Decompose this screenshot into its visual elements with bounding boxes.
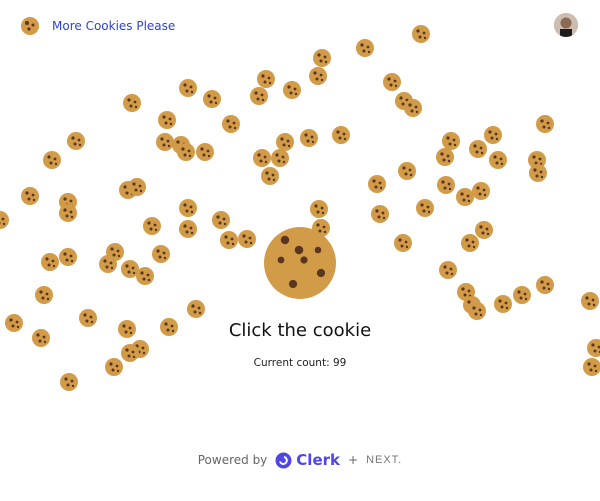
small-cookie-icon (368, 175, 386, 193)
small-cookie-icon (179, 199, 197, 217)
clerk-label: Clerk (296, 451, 340, 469)
small-cookie-icon (536, 115, 554, 133)
small-cookie-icon (196, 143, 214, 161)
small-cookie-icon (489, 151, 507, 169)
small-cookie-icon (484, 126, 502, 144)
user-avatar[interactable] (554, 13, 578, 37)
small-cookie-icon (59, 193, 77, 211)
main-content: Click the cookie Current count: 99 (0, 226, 600, 369)
next-label[interactable]: NEXT. (366, 454, 402, 466)
small-cookie-icon (250, 87, 268, 105)
small-cookie-icon (257, 70, 275, 88)
avatar-icon (554, 13, 578, 37)
small-cookie-icon (59, 204, 77, 222)
small-cookie-icon (529, 164, 547, 182)
small-cookie-icon (253, 149, 271, 167)
plus-label: + (348, 453, 359, 467)
small-cookie-icon (119, 181, 137, 199)
small-cookie-icon (371, 205, 389, 223)
small-cookie-icon (158, 111, 176, 129)
small-cookie-icon (404, 99, 422, 117)
small-cookie-icon (177, 143, 195, 161)
small-cookie-icon (179, 79, 197, 97)
small-cookie-icon (332, 126, 350, 144)
small-cookie-icon (442, 132, 460, 150)
brand-label: More Cookies Please (52, 19, 176, 33)
small-cookie-icon (283, 81, 301, 99)
small-cookie-icon (436, 148, 454, 166)
footer: Powered by Clerk + NEXT. (0, 451, 600, 469)
count-label: Current count: 99 (253, 357, 347, 369)
cookie-icon (21, 17, 39, 35)
small-cookie-icon (310, 200, 328, 218)
small-cookie-icon (416, 199, 434, 217)
small-cookie-icon (60, 373, 78, 391)
clerk-link[interactable]: Clerk (275, 451, 340, 469)
small-cookie-icon (276, 133, 294, 151)
small-cookie-icon (123, 94, 141, 112)
small-cookie-icon (128, 178, 146, 196)
small-cookie-icon (261, 167, 279, 185)
small-cookie-icon (43, 151, 61, 169)
small-cookie-icon (309, 67, 327, 85)
small-cookie-icon (456, 188, 474, 206)
small-cookie-icon (271, 149, 289, 167)
small-cookie-icon (67, 132, 85, 150)
small-cookie-icon (395, 92, 413, 110)
small-cookie-icon (300, 129, 318, 147)
small-cookie-icon (222, 115, 240, 133)
small-cookie-icon (156, 133, 174, 151)
powered-by-label: Powered by (197, 453, 268, 467)
small-cookie-icon (203, 90, 221, 108)
brand-link[interactable]: More Cookies Please (20, 16, 175, 36)
small-cookie-icon (437, 176, 455, 194)
small-cookie-icon (472, 182, 490, 200)
small-cookie-icon (383, 73, 401, 91)
small-cookie-icon (469, 140, 487, 158)
small-cookie-icon (528, 151, 546, 169)
small-cookie-icon (21, 187, 39, 205)
big-cookie[interactable] (263, 226, 337, 300)
small-cookie-icon (398, 162, 416, 180)
page-title: Click the cookie (228, 320, 372, 341)
top-bar: More Cookies Please (0, 0, 600, 56)
clerk-logo-icon (275, 452, 292, 468)
small-cookie-icon (172, 136, 190, 154)
